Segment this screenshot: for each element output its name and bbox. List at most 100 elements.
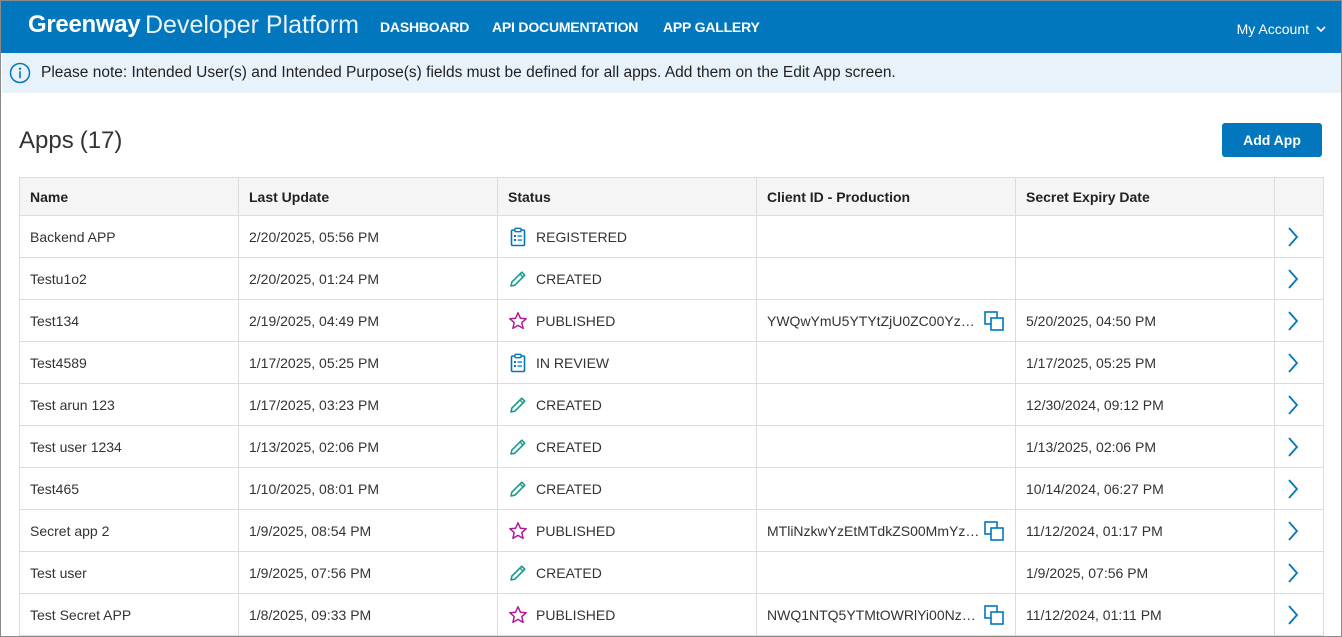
open-app-button[interactable]: [1274, 509, 1324, 552]
app-name[interactable]: Backend APP: [19, 215, 239, 258]
column-header-client-id[interactable]: Client ID - Production: [756, 177, 1016, 216]
status-label: CREATED: [536, 270, 602, 287]
status-badge: PUBLISHED: [508, 521, 746, 541]
client-id-value: YWQwYmU5YTYtZjU0ZC00YzQ0...: [767, 312, 982, 329]
nav-api-documentation[interactable]: API DOCUMENTATION: [492, 19, 638, 35]
last-update: 2/20/2025, 01:24 PM: [238, 257, 498, 300]
open-app-button[interactable]: [1274, 257, 1324, 300]
status-label: PUBLISHED: [536, 606, 616, 623]
table-row[interactable]: Test arun 123 1/17/2025, 03:23 PM CREATED 1…: [19, 383, 1324, 426]
copy-icon[interactable]: [983, 310, 1005, 332]
pencil-icon: [508, 437, 528, 457]
app-name[interactable]: Testu1o2: [19, 257, 239, 300]
open-app-button[interactable]: [1274, 551, 1324, 594]
status-badge: IN REVIEW: [508, 353, 746, 373]
open-app-button[interactable]: [1274, 467, 1324, 510]
app-name[interactable]: Test user 1234: [19, 425, 239, 468]
status-label: REGISTERED: [536, 228, 628, 245]
table-row[interactable]: Testu1o2 2/20/2025, 01:24 PM CREATED: [19, 257, 1324, 300]
pencil-icon: [508, 563, 528, 583]
top-navigation-bar: Greenway Developer Platform DASHBOARD AP…: [1, 1, 1341, 53]
app-name[interactable]: Test Secret APP: [19, 593, 239, 636]
client-id-cell-content: MTliNzkwYzEtMTdkZS00MmYzL...: [767, 520, 1005, 542]
pencil-icon: [508, 269, 528, 289]
client-id-cell: [756, 383, 1016, 426]
column-header-secret-expiry[interactable]: Secret Expiry Date: [1015, 177, 1275, 216]
table-row[interactable]: Secret app 2 1/9/2025, 08:54 PM PUBLISHED M…: [19, 509, 1324, 552]
pencil-icon: [508, 395, 528, 415]
app-name[interactable]: Secret app 2: [19, 509, 239, 552]
table-row[interactable]: Test134 2/19/2025, 04:49 PM PUBLISHED YWQwY…: [19, 299, 1324, 342]
app-name[interactable]: Test arun 123: [19, 383, 239, 426]
client-id-value: MTliNzkwYzEtMTdkZS00MmYzL...: [767, 522, 982, 539]
app-name[interactable]: Test465: [19, 467, 239, 510]
client-id-cell-content: YWQwYmU5YTYtZjU0ZC00YzQ0...: [767, 310, 1005, 332]
add-app-button[interactable]: Add App: [1222, 123, 1322, 157]
client-id-cell: MTliNzkwYzEtMTdkZS00MmYzL...: [756, 509, 1016, 552]
chevron-right-icon: [1288, 394, 1299, 415]
star-icon: [508, 605, 528, 625]
column-header-name[interactable]: Name: [19, 177, 239, 216]
table-row[interactable]: Test user 1234 1/13/2025, 02:06 PM CREATED…: [19, 425, 1324, 468]
chevron-right-icon: [1288, 604, 1299, 625]
status-badge: CREATED: [508, 437, 746, 457]
status-label: IN REVIEW: [536, 354, 610, 371]
table-row[interactable]: Backend APP 2/20/2025, 05:56 PM REGISTERED: [19, 215, 1324, 258]
column-header-last-update[interactable]: Last Update: [238, 177, 498, 216]
secret-expiry: 5/20/2025, 04:50 PM: [1015, 299, 1275, 342]
open-app-button[interactable]: [1274, 383, 1324, 426]
table-row[interactable]: Test4589 1/17/2025, 05:25 PM IN REVIEW 1/17…: [19, 341, 1324, 384]
column-header-status[interactable]: Status: [497, 177, 757, 216]
table-row[interactable]: Test Secret APP 1/8/2025, 09:33 PM PUBLISH…: [19, 593, 1324, 636]
open-app-button[interactable]: [1274, 593, 1324, 636]
client-id-cell: NWQ1NTQ5YTMtOWRlYi00Nzc4...: [756, 593, 1016, 636]
open-app-button[interactable]: [1274, 299, 1324, 342]
open-app-button[interactable]: [1274, 425, 1324, 468]
status-badge: CREATED: [508, 479, 746, 499]
app-name[interactable]: Test user: [19, 551, 239, 594]
status-label: CREATED: [536, 438, 602, 455]
status-cell: CREATED: [497, 257, 757, 300]
app-window: Greenway Developer Platform DASHBOARD AP…: [0, 0, 1342, 637]
table-row[interactable]: Test user 1/9/2025, 07:56 PM CREATED 1/9/20…: [19, 551, 1324, 594]
status-cell: IN REVIEW: [497, 341, 757, 384]
status-label: CREATED: [536, 480, 602, 497]
secret-expiry: 11/12/2024, 01:17 PM: [1015, 509, 1275, 552]
chevron-right-icon: [1288, 226, 1299, 247]
status-cell: PUBLISHED: [497, 299, 757, 342]
client-id-cell: YWQwYmU5YTYtZjU0ZC00YzQ0...: [756, 299, 1016, 342]
app-name[interactable]: Test4589: [19, 341, 239, 384]
table-header-row: Name Last Update Status Client ID - Prod…: [19, 177, 1324, 216]
copy-icon[interactable]: [983, 520, 1005, 542]
secret-expiry: [1015, 257, 1275, 300]
chevron-right-icon: [1288, 310, 1299, 331]
last-update: 1/9/2025, 07:56 PM: [238, 551, 498, 594]
clipboard-icon: [508, 353, 528, 373]
status-badge: CREATED: [508, 563, 746, 583]
chevron-right-icon: [1288, 436, 1299, 457]
client-id-cell: [756, 257, 1016, 300]
status-label: PUBLISHED: [536, 522, 616, 539]
last-update: 1/17/2025, 03:23 PM: [238, 383, 498, 426]
nav-app-gallery[interactable]: APP GALLERY: [663, 19, 760, 35]
app-name[interactable]: Test134: [19, 299, 239, 342]
open-app-button[interactable]: [1274, 341, 1324, 384]
status-badge: PUBLISHED: [508, 311, 746, 331]
chevron-right-icon: [1288, 562, 1299, 583]
nav-dashboard[interactable]: DASHBOARD: [380, 19, 469, 35]
last-update: 2/20/2025, 05:56 PM: [238, 215, 498, 258]
client-id-cell: [756, 341, 1016, 384]
client-id-value: NWQ1NTQ5YTMtOWRlYi00Nzc4...: [767, 606, 982, 623]
my-account-menu[interactable]: My Account: [1237, 21, 1327, 37]
client-id-cell: [756, 425, 1016, 468]
copy-icon[interactable]: [983, 604, 1005, 626]
open-app-button[interactable]: [1274, 215, 1324, 258]
table-row[interactable]: Test465 1/10/2025, 08:01 PM CREATED 10/14/2…: [19, 467, 1324, 510]
status-label: PUBLISHED: [536, 312, 616, 329]
secret-expiry: 1/9/2025, 07:56 PM: [1015, 551, 1275, 594]
client-id-cell: [756, 467, 1016, 510]
status-cell: CREATED: [497, 551, 757, 594]
brand-logo[interactable]: Greenway: [28, 11, 141, 39]
status-badge: PUBLISHED: [508, 605, 746, 625]
client-id-cell: [756, 215, 1016, 258]
